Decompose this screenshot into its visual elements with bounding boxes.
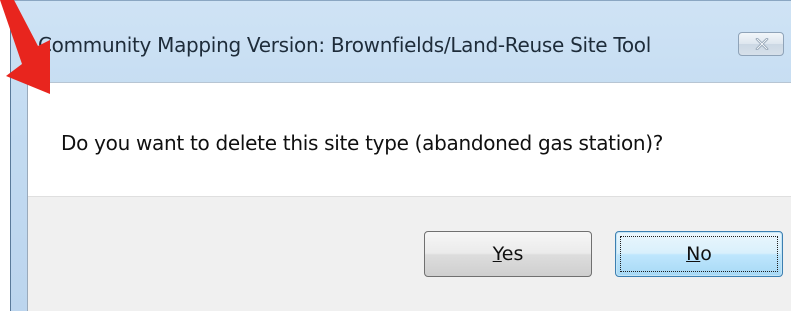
screenshot-stage: Community Mapping Version: Brownfields/L… <box>0 0 791 311</box>
red-arrow-annotation <box>0 0 50 94</box>
close-icon <box>755 38 769 50</box>
title-bar[interactable]: Community Mapping Version: Brownfields/L… <box>11 1 791 91</box>
close-button[interactable] <box>738 32 784 56</box>
yes-label-rest: es <box>501 243 524 265</box>
dialog-message: Do you want to delete this site type (ab… <box>61 131 664 155</box>
yes-accelerator: Y <box>492 243 502 265</box>
dialog-content: Do you want to delete this site type (ab… <box>27 82 791 311</box>
dialog-window: Community Mapping Version: Brownfields/L… <box>10 0 791 311</box>
yes-button-label: Yes <box>493 243 524 265</box>
yes-button[interactable]: Yes <box>424 231 592 277</box>
no-button[interactable]: No <box>615 231 783 277</box>
no-accelerator: N <box>686 243 701 265</box>
button-bar: Yes No <box>28 196 791 311</box>
no-button-label: No <box>686 243 712 265</box>
no-label-rest: o <box>700 243 712 265</box>
dialog-title: Community Mapping Version: Brownfields/L… <box>38 33 651 57</box>
